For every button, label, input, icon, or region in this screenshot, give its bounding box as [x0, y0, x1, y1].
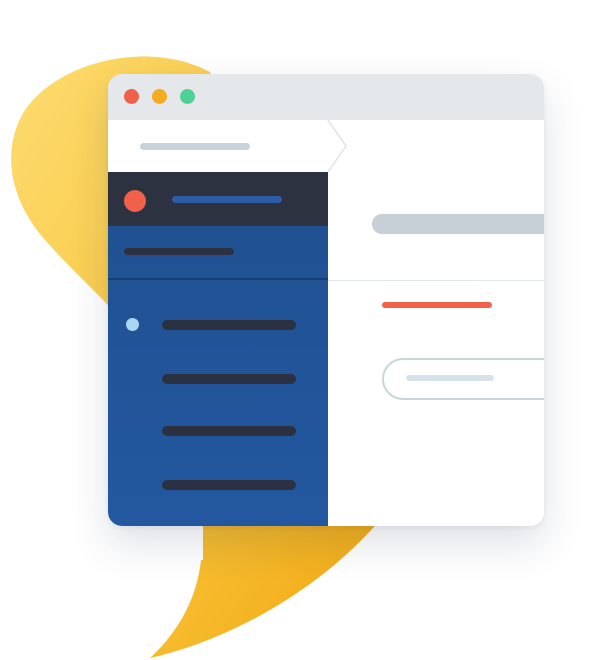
sidebar-header [108, 172, 328, 226]
sidebar-item[interactable] [162, 320, 296, 330]
sidebar-subheader [108, 226, 328, 280]
nav-active-indicator [126, 318, 139, 331]
close-button[interactable] [124, 89, 139, 104]
input-placeholder [406, 375, 494, 381]
avatar[interactable] [124, 190, 146, 212]
main-header [328, 172, 544, 281]
sidebar-item[interactable] [162, 374, 296, 384]
chevron-right-icon [327, 120, 347, 172]
sidebar-item[interactable] [162, 426, 296, 436]
section-label-accent [382, 302, 492, 308]
main-content [328, 172, 544, 526]
text-input[interactable] [382, 358, 544, 400]
window-titlebar [108, 74, 544, 120]
maximize-button[interactable] [180, 89, 195, 104]
sidebar-header-title-placeholder [172, 196, 282, 203]
breadcrumb-item-placeholder[interactable] [140, 143, 250, 150]
sidebar [108, 172, 328, 526]
page-title-placeholder [372, 214, 544, 234]
sidebar-subheader-placeholder [124, 248, 234, 255]
minimize-button[interactable] [152, 89, 167, 104]
sidebar-item[interactable] [162, 480, 296, 490]
breadcrumb [108, 120, 544, 173]
browser-window [108, 74, 544, 526]
